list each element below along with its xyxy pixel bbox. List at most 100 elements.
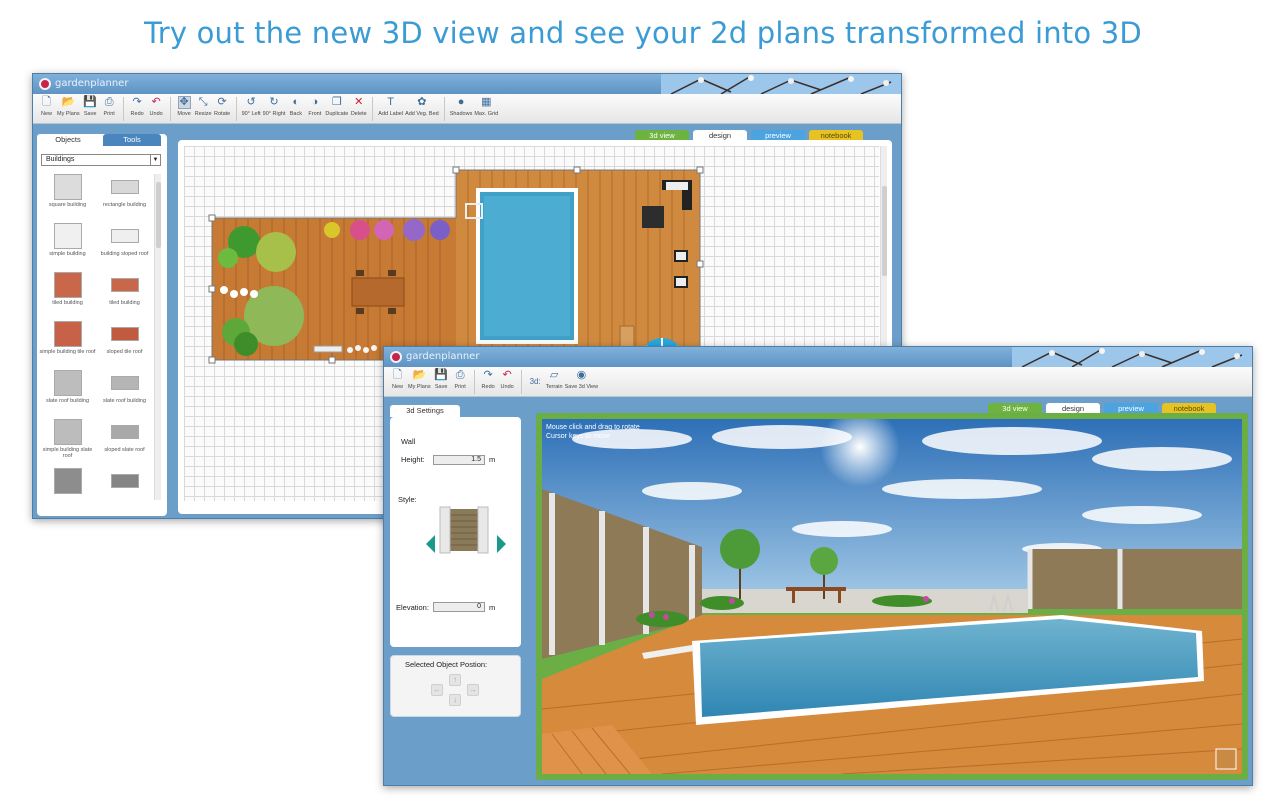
send-back-button[interactable]: ◐ Back — [287, 94, 304, 117]
title-bar: gardenplanner — [33, 74, 901, 94]
save-button[interactable]: 💾 Save — [433, 367, 450, 390]
dining-table[interactable] — [351, 277, 405, 307]
rotate-left-button[interactable]: ↺ 90° Left — [242, 94, 261, 117]
object-item[interactable]: rectangle building — [96, 174, 153, 219]
undo-button[interactable]: ↶ Undo — [499, 367, 516, 390]
rotate-button[interactable]: ⟳ Rotate — [214, 94, 231, 117]
object-thumbnail — [110, 180, 139, 194]
rotate-right-button[interactable]: ↻ 90° Right — [263, 94, 286, 117]
style-prev-button[interactable] — [426, 535, 435, 553]
canvas-scrollbar-thumb[interactable] — [882, 186, 887, 276]
toolbar-label: Undo — [500, 384, 514, 390]
object-item[interactable]: simple building — [39, 223, 96, 268]
tree[interactable] — [720, 529, 760, 569]
object-thumbnail — [53, 174, 82, 200]
object-item[interactable]: simple building tile roof — [39, 321, 96, 366]
elevation-field[interactable]: 0 — [433, 602, 485, 612]
new-button[interactable]: 🗋 New — [389, 367, 406, 390]
object-item[interactable]: slate roof building — [39, 370, 96, 415]
toolbar-label: Save — [434, 384, 448, 390]
tab-tools[interactable]: Tools — [103, 134, 161, 146]
object-name: slate roof building — [45, 398, 90, 404]
object-item[interactable]: square building — [39, 174, 96, 219]
object-item[interactable] — [96, 468, 153, 513]
object-item[interactable]: slate roof building — [96, 370, 153, 415]
object-name: tiled building — [109, 300, 140, 306]
elevation-unit: m — [489, 603, 496, 612]
camera-icon: ◉ — [576, 369, 587, 381]
shadows-button[interactable]: ● Shadows — [450, 94, 473, 117]
camera-button[interactable]: ◉ Save 3d View — [565, 367, 599, 390]
objects-scrollbar-thumb[interactable] — [156, 182, 161, 248]
redo-button[interactable]: ↷ Redo — [480, 367, 497, 390]
toolbar-separator — [443, 97, 445, 121]
objects-list: square building rectangle building simple … — [39, 174, 153, 513]
object-item[interactable]: tiled building — [39, 272, 96, 317]
move-up-button[interactable]: ↑ — [449, 674, 461, 686]
objects-scrollbar[interactable] — [154, 174, 161, 500]
folder-button[interactable]: 📂 My Plans — [408, 367, 431, 390]
compass-icon[interactable] — [1215, 748, 1237, 770]
wall-style-preview[interactable] — [436, 505, 492, 555]
toolbar-label: Delete — [350, 111, 367, 117]
toolbar-label: Shadows — [449, 111, 473, 117]
new-icon: 🗋 — [42, 96, 51, 108]
toolbar-label: Add Veg. Bed — [405, 111, 439, 117]
category-select[interactable]: Buildings ▼ — [41, 154, 161, 166]
object-item[interactable]: tiled building — [96, 272, 153, 317]
lounge-table[interactable] — [642, 206, 664, 228]
undo-button[interactable]: ↶ Undo — [148, 94, 165, 117]
redo-button[interactable]: ↷ Redo — [129, 94, 146, 117]
object-name: simple building slate roof — [42, 447, 93, 459]
object-position-panel: Selected Object Postion: ↑ ← → ↓ — [390, 655, 521, 717]
move-icon: ✥ — [177, 96, 191, 109]
object-item[interactable]: building sloped roof — [96, 223, 153, 268]
label-button[interactable]: T Add Label — [378, 94, 403, 117]
veg-bed-icon: ✿ — [417, 96, 427, 108]
folder-button[interactable]: 📂 My Plans — [57, 94, 80, 117]
veg-bed-button[interactable]: ✿ Add Veg. Bed — [405, 94, 439, 117]
toolbar-label: Save — [83, 111, 97, 117]
terrain-button[interactable]: ▱ Terrain — [546, 367, 563, 390]
rotate-icon: ⟳ — [217, 96, 227, 108]
resize-button[interactable]: ⤡ Resize — [195, 94, 212, 117]
save-icon: 💾 — [83, 96, 97, 108]
print-button[interactable]: ⎙ Print — [101, 94, 118, 117]
height-field[interactable]: 1.5 — [433, 455, 485, 465]
plant-round[interactable] — [256, 232, 296, 272]
delete-icon: ✕ — [354, 96, 364, 108]
new-button[interactable]: 🗋 New — [38, 94, 55, 117]
resize-icon: ⤡ — [198, 96, 208, 108]
object-thumbnail — [110, 229, 139, 243]
3d-viewport[interactable]: Mouse click and drag to rotate Cursor ke… — [542, 419, 1242, 774]
style-next-button[interactable] — [497, 535, 506, 553]
save-button[interactable]: 💾 Save — [82, 94, 99, 117]
tab-3d-settings[interactable]: 3d Settings — [390, 405, 460, 417]
3d-scene[interactable]: Mouse click and drag to rotate Cursor ke… — [542, 419, 1242, 774]
undo-icon: ↶ — [502, 369, 512, 381]
object-item[interactable]: sloped slate roof — [96, 419, 153, 464]
headline: Try out the new 3D view and see your 2d … — [144, 16, 1142, 50]
toolbar-label: Move — [177, 111, 191, 117]
object-item[interactable]: sloped tile roof — [96, 321, 153, 366]
object-item[interactable] — [39, 468, 96, 513]
move-left-button[interactable]: ← — [431, 684, 443, 696]
move-down-button[interactable]: ↓ — [449, 694, 461, 706]
terrain-icon: ▱ — [549, 369, 559, 381]
position-title: Selected Object Postion: — [405, 660, 488, 669]
folder-icon: 📂 — [61, 96, 76, 108]
duplicate-button[interactable]: ❐ Duplicate — [325, 94, 348, 117]
bring-front-button[interactable]: ◑ Front — [306, 94, 323, 117]
grid-button[interactable]: ▦ Max. Grid — [474, 94, 498, 117]
toolbar-label: My Plans — [57, 111, 80, 117]
right-fence-wall[interactable] — [1028, 549, 1242, 609]
delete-button[interactable]: ✕ Delete — [350, 94, 367, 117]
tab-objects[interactable]: Objects — [37, 134, 99, 146]
mode-label-text: 3d: — [529, 377, 541, 386]
object-item[interactable]: simple building slate roof — [39, 419, 96, 464]
print-button[interactable]: ⎙ Print — [452, 367, 469, 390]
move-button[interactable]: ✥ Move — [176, 94, 193, 117]
toolbar-separator — [235, 97, 237, 121]
move-right-button[interactable]: → — [467, 684, 479, 696]
rotate-right-icon: ↻ — [269, 96, 279, 108]
